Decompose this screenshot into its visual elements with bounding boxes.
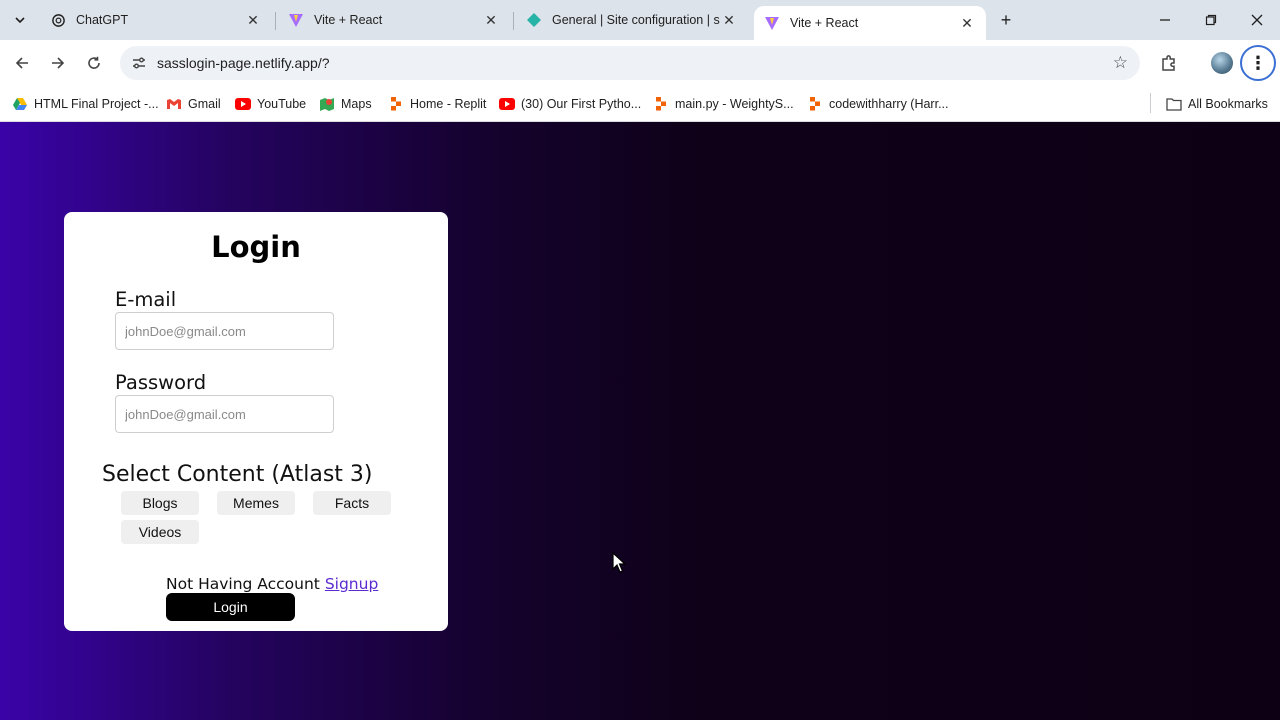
page-background: Login E-mail Password Select Content (At… bbox=[0, 122, 1280, 720]
bookmark-label: YouTube bbox=[257, 97, 307, 111]
minimize-button[interactable] bbox=[1142, 0, 1188, 40]
chevron-down-icon bbox=[15, 17, 25, 24]
bookmark-item[interactable]: YouTube bbox=[235, 93, 306, 115]
bookmark-item[interactable]: main.py - WeightyS... bbox=[653, 93, 794, 115]
account-prompt: Not Having Account Signup bbox=[166, 575, 378, 593]
profile-avatar[interactable] bbox=[1211, 52, 1233, 74]
bookmark-item[interactable]: codewithharry (Harr... bbox=[807, 93, 948, 115]
minimize-icon bbox=[1160, 19, 1170, 21]
tab-strip: ChatGPT ✕ Vite + React ✕ General | Site … bbox=[0, 0, 1280, 40]
bookmark-label: main.py - WeightyS... bbox=[675, 97, 794, 111]
login-button[interactable]: Login bbox=[166, 593, 295, 621]
tab-title: Vite + React bbox=[314, 13, 383, 27]
account-text: Not Having Account bbox=[166, 575, 320, 593]
url-text: sasslogin-page.netlify.app/? bbox=[157, 55, 330, 71]
plus-icon: + bbox=[1000, 9, 1012, 30]
youtube-icon bbox=[499, 96, 515, 112]
openai-icon bbox=[50, 12, 66, 28]
folder-icon bbox=[1166, 96, 1182, 112]
browser-menu-button[interactable]: ⋮ bbox=[1240, 45, 1276, 81]
bookmark-item[interactable]: Gmail bbox=[166, 93, 221, 115]
chip-facts[interactable]: Facts bbox=[313, 491, 391, 515]
bookmark-item[interactable]: Maps bbox=[319, 93, 372, 115]
email-label: E-mail bbox=[115, 288, 177, 311]
all-bookmarks-label: All Bookmarks bbox=[1188, 97, 1268, 111]
tab-title: Vite + React bbox=[790, 16, 859, 30]
gmail-icon bbox=[166, 96, 182, 112]
select-content-title: Select Content (Atlast 3) bbox=[102, 462, 373, 487]
forward-button[interactable] bbox=[44, 49, 72, 77]
tab-search-button[interactable] bbox=[6, 6, 34, 34]
bookmark-item[interactable]: HTML Final Project -... bbox=[12, 93, 159, 115]
restore-button[interactable] bbox=[1188, 0, 1234, 40]
restore-icon bbox=[1205, 14, 1217, 26]
vite-icon bbox=[288, 12, 304, 28]
bookmark-label: (30) Our First Pytho... bbox=[521, 97, 642, 111]
bookmark-label: Home - Replit bbox=[410, 97, 487, 111]
close-icon[interactable]: ✕ bbox=[482, 11, 500, 29]
bookmark-label: HTML Final Project -... bbox=[34, 97, 159, 111]
bookmark-star-icon[interactable]: ☆ bbox=[1113, 53, 1128, 73]
puzzle-icon bbox=[1162, 55, 1175, 71]
signup-link[interactable]: Signup bbox=[325, 575, 378, 593]
login-card: Login E-mail Password Select Content (At… bbox=[64, 212, 448, 631]
google-drive-icon bbox=[12, 96, 28, 112]
close-window-button[interactable] bbox=[1234, 0, 1280, 40]
chip-memes[interactable]: Memes bbox=[217, 491, 295, 515]
tab-separator bbox=[513, 12, 514, 30]
google-maps-icon bbox=[319, 96, 335, 112]
replit-icon bbox=[653, 96, 669, 112]
close-icon[interactable]: ✕ bbox=[958, 14, 976, 32]
arrow-right-icon bbox=[52, 57, 65, 69]
bookmark-item[interactable]: (30) Our First Pytho... bbox=[499, 93, 641, 115]
all-bookmarks-button[interactable]: All Bookmarks bbox=[1166, 93, 1268, 115]
bookmarks-bar: HTML Final Project -... Gmail YouTube Ma… bbox=[0, 86, 1280, 122]
bookmark-label: Maps bbox=[341, 97, 372, 111]
close-icon[interactable]: ✕ bbox=[720, 11, 738, 29]
tab-vite-react[interactable]: Vite + React ✕ bbox=[278, 0, 510, 40]
reload-button[interactable] bbox=[80, 49, 108, 77]
tab-vite-react-active[interactable]: Vite + React ✕ bbox=[754, 6, 986, 40]
close-icon bbox=[1251, 14, 1263, 26]
replit-icon bbox=[388, 96, 404, 112]
reload-icon bbox=[88, 56, 100, 69]
back-button[interactable] bbox=[8, 49, 36, 77]
bookmark-item[interactable]: Home - Replit bbox=[388, 93, 486, 115]
close-icon[interactable]: ✕ bbox=[244, 11, 262, 29]
browser-toolbar: sasslogin-page.netlify.app/? ☆ bbox=[0, 40, 1280, 86]
password-input[interactable] bbox=[115, 395, 334, 433]
bookmarks-separator bbox=[1150, 93, 1151, 113]
chip-blogs[interactable]: Blogs bbox=[121, 491, 199, 515]
bookmark-label: codewithharry (Harr... bbox=[829, 97, 949, 111]
tab-title: ChatGPT bbox=[76, 13, 129, 27]
vite-icon bbox=[764, 15, 780, 31]
arrow-left-icon bbox=[15, 57, 28, 69]
replit-icon bbox=[807, 96, 823, 112]
youtube-icon bbox=[235, 96, 251, 112]
address-bar[interactable]: sasslogin-page.netlify.app/? ☆ bbox=[120, 46, 1140, 80]
new-tab-button[interactable]: + bbox=[994, 8, 1018, 32]
tab-title: General | Site configuration | su bbox=[552, 13, 720, 27]
extensions-button[interactable] bbox=[1155, 49, 1183, 77]
tab-chatgpt[interactable]: ChatGPT ✕ bbox=[40, 0, 272, 40]
more-vertical-icon: ⋮ bbox=[1249, 52, 1267, 73]
bookmark-label: Gmail bbox=[188, 97, 221, 111]
password-label: Password bbox=[115, 371, 207, 394]
tab-separator bbox=[275, 12, 276, 30]
tab-netlify[interactable]: General | Site configuration | su ✕ bbox=[516, 0, 748, 40]
netlify-icon bbox=[526, 12, 542, 28]
mouse-cursor-icon bbox=[612, 552, 627, 573]
chip-videos[interactable]: Videos bbox=[121, 520, 199, 544]
login-title: Login bbox=[211, 230, 301, 264]
site-info-icon[interactable] bbox=[124, 55, 154, 71]
email-input[interactable] bbox=[115, 312, 334, 350]
